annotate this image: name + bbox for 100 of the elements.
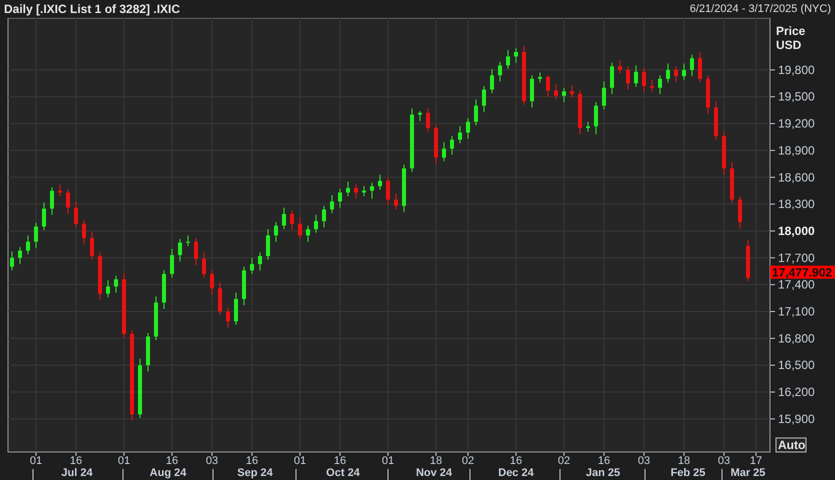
candlestick: [26, 234, 30, 255]
candlestick: [458, 126, 462, 144]
candlestick: [434, 124, 438, 164]
candlestick: [442, 142, 446, 162]
candlestick: [274, 222, 278, 242]
candlestick: [346, 181, 350, 197]
date-range: 6/21/2024 - 3/17/2025 (NYC): [690, 2, 831, 17]
candlestick: [90, 231, 94, 260]
day-tick-label: 01: [294, 455, 306, 467]
candlestick: [418, 110, 422, 122]
candlestick: [234, 292, 238, 326]
candlestick: [738, 196, 742, 229]
candlestick: [474, 98, 478, 126]
candlestick: [682, 63, 686, 80]
candlestick: [578, 90, 582, 135]
candlestick: [298, 217, 302, 240]
price-tick-label: 19,500: [778, 90, 815, 104]
price-tick-label: 18,000: [778, 224, 815, 238]
day-tick-label: 17: [750, 455, 762, 467]
month-label: Oct 24: [326, 467, 360, 479]
candlestick: [410, 108, 414, 172]
price-tick-label: 17,700: [778, 250, 815, 265]
candlestick: [98, 252, 102, 300]
candlestick: [402, 164, 406, 213]
day-tick-label: 01: [30, 455, 42, 467]
month-label: Feb 25: [670, 467, 706, 479]
candlestick: [546, 74, 550, 98]
candlestick: [178, 238, 182, 262]
price-unit: USD: [776, 38, 802, 52]
candlestick: [722, 132, 726, 176]
candlestick: [626, 66, 630, 90]
candlestick: [122, 272, 126, 338]
candlestick: [394, 192, 398, 210]
day-tick-label: 03: [206, 455, 218, 467]
candlestick: [562, 87, 566, 103]
price-tick-label: 18,900: [778, 143, 815, 158]
candlestick: [698, 52, 702, 83]
candlestick: [370, 182, 374, 200]
candlestick: [146, 332, 150, 372]
candlestick: [354, 184, 358, 200]
candlestick: [538, 72, 542, 83]
candlestick: [730, 162, 734, 204]
candlestick: [322, 205, 326, 228]
candlestick: [450, 136, 454, 156]
day-tick-label: 03: [638, 455, 650, 467]
candlestick: [194, 238, 198, 266]
candlestick: [74, 200, 78, 228]
month-label: Jan 25: [586, 467, 620, 479]
day-tick-label: 16: [246, 455, 258, 467]
auto-scale-button[interactable]: Auto: [776, 438, 806, 452]
candlestick: [258, 252, 262, 271]
month-label: Jul 24: [61, 467, 93, 479]
candlestick: [658, 74, 662, 95]
candlestick: [106, 280, 110, 298]
candlestick: [426, 108, 430, 132]
candlestick: [338, 188, 342, 208]
candlestick: [610, 62, 614, 95]
candlestick: [746, 239, 750, 282]
candlestick: [282, 207, 286, 230]
candlestick: [290, 210, 294, 231]
candlestick: [186, 234, 190, 247]
candlestick: [522, 45, 526, 106]
month-label: Dec 24: [498, 467, 534, 479]
day-tick-label: 03: [718, 455, 730, 467]
month-label: Aug 24: [150, 467, 186, 479]
candlestick: [466, 118, 470, 140]
candlestick: [674, 66, 678, 83]
candlestick: [386, 176, 390, 206]
candlestick: [58, 184, 62, 197]
price-tick-label: 18,600: [778, 170, 815, 184]
day-tick-label: 16: [510, 455, 522, 467]
candlestick: [218, 281, 222, 316]
candlestick: [34, 222, 38, 248]
candlestick: [690, 54, 694, 77]
last-price-label: 17,477.902: [770, 266, 835, 280]
candlestick: [530, 74, 534, 108]
candlestick: [330, 194, 334, 214]
day-tick-label: 18: [430, 455, 442, 467]
month-label: Nov 24: [416, 467, 452, 479]
day-tick-label: 02: [462, 455, 474, 467]
candlestick: [378, 174, 382, 190]
candlestick: [202, 252, 206, 278]
candlestick: [498, 61, 502, 82]
candlestick: [714, 100, 718, 140]
candlestick: [506, 50, 510, 70]
day-tick-label: 18: [678, 455, 690, 467]
candlestick: [642, 68, 646, 93]
month-label: Sep 24: [237, 467, 273, 479]
candlestick: [18, 246, 22, 265]
candlestick: [210, 270, 214, 295]
candlestick: [586, 121, 590, 132]
day-tick-label: 02: [558, 455, 570, 467]
candlestick: [490, 68, 494, 94]
candlestick: [66, 188, 70, 214]
candlestick: [362, 186, 366, 197]
candlestick: [618, 60, 622, 74]
price-tick-label: 16,200: [778, 385, 815, 400]
candlestick: [634, 64, 638, 88]
candlestick: [250, 257, 254, 274]
candlestick: [570, 84, 574, 98]
